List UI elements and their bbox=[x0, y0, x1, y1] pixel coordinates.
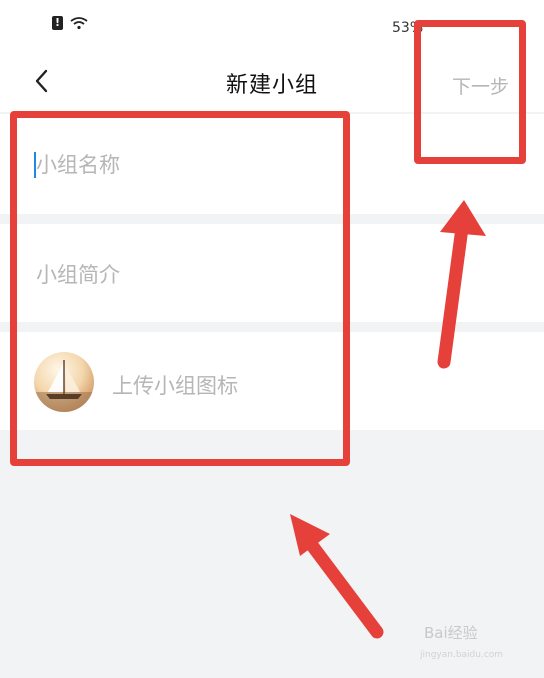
annotation-arrows bbox=[290, 200, 486, 639]
arrow-up-left bbox=[290, 514, 384, 639]
arrow-up-right bbox=[437, 200, 486, 369]
watermark-url: jingyan.baidu.com bbox=[420, 650, 504, 660]
watermark: Bai经验 bbox=[424, 624, 478, 642]
screen: 53% 新建小组 下一步 上传小组图标 bbox=[0, 0, 544, 678]
